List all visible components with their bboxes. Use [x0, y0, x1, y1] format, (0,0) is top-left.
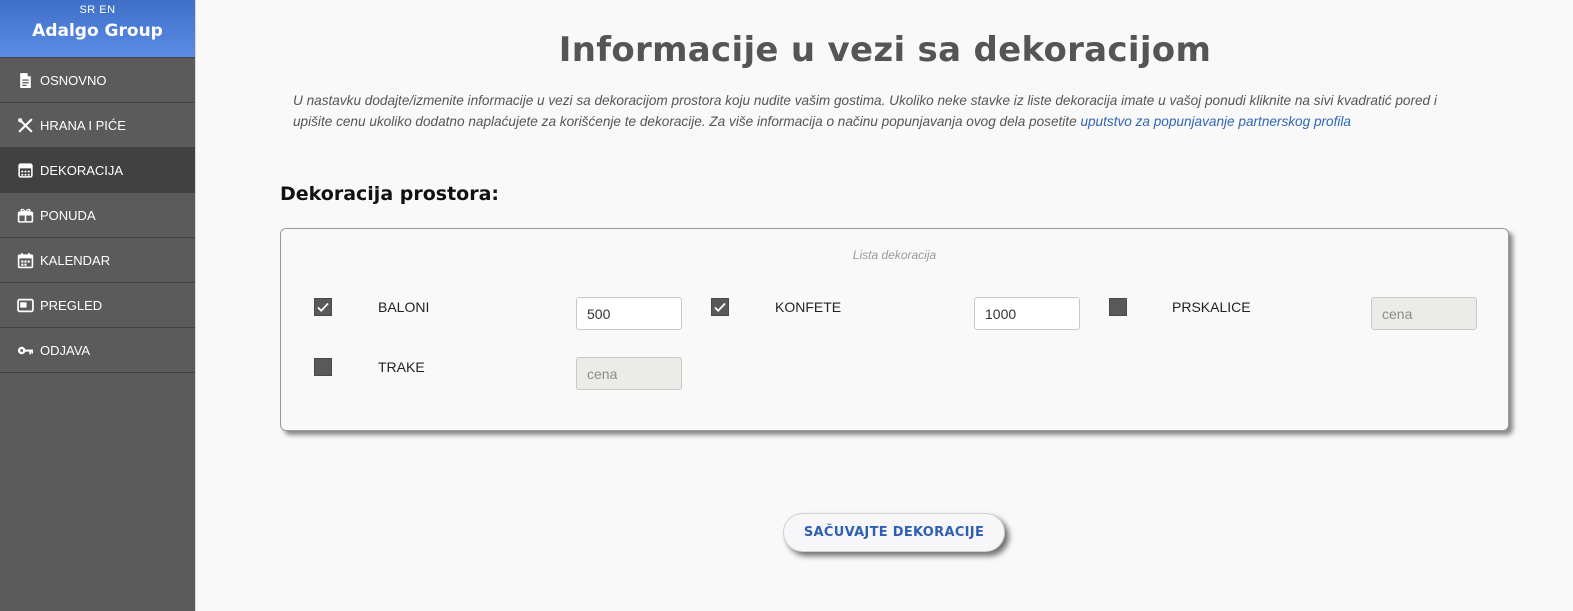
checkmark-icon	[714, 302, 726, 312]
checkbox-konfete[interactable]	[711, 298, 729, 316]
sidebar-item-label: PREGLED	[40, 297, 103, 313]
decoration-label-trake: TRAKE	[378, 359, 425, 375]
decoration-label-baloni: BALONI	[378, 299, 430, 315]
sidebar-item-kalendar[interactable]: KALENDAR	[0, 238, 195, 283]
decoration-label-konfete: KONFETE	[775, 299, 842, 315]
instructions-link[interactable]: uputstvo za popunjavanje partnerskog pro…	[1080, 114, 1351, 129]
decoration-label-prskalice: PRSKALICE	[1172, 299, 1251, 315]
lang-sr-link[interactable]: SR	[79, 4, 95, 16]
document-icon	[16, 71, 34, 89]
brand-header: SR EN Adalgo Group	[0, 0, 195, 58]
utensils-icon	[16, 116, 34, 134]
price-input-prskalice[interactable]	[1371, 297, 1477, 330]
checkbox-baloni[interactable]	[314, 298, 332, 316]
intro-text: U nastavku dodajte/izmenite informacije …	[293, 90, 1473, 132]
key-icon	[16, 341, 34, 359]
list-caption: Lista dekoracija	[852, 248, 937, 262]
sidebar-item-odjava[interactable]: ODJAVA	[0, 328, 195, 373]
section-title: Dekoracija prostora:	[280, 183, 500, 205]
sidebar-item-osnovno[interactable]: OSNOVNO	[0, 58, 195, 103]
save-decorations-button[interactable]: SAČUVAJTE DEKORACIJE	[783, 513, 1005, 552]
sidebar-item-hrana-i-pice[interactable]: HRANA I PIĆE	[0, 103, 195, 148]
checkbox-prskalice[interactable]	[1109, 298, 1127, 316]
decoration-icon	[16, 161, 34, 179]
checkbox-trake[interactable]	[314, 358, 332, 376]
sidebar-item-ponuda[interactable]: PONUDA	[0, 193, 195, 238]
lang-en-link[interactable]: EN	[99, 4, 115, 16]
price-input-baloni[interactable]	[576, 297, 682, 330]
sidebar-item-dekoracija[interactable]: DEKORACIJA	[0, 148, 195, 193]
calendar-icon	[16, 251, 34, 269]
sidebar-item-label: DEKORACIJA	[40, 162, 124, 178]
window-icon	[16, 296, 34, 314]
sidebar-item-label: KALENDAR	[40, 252, 111, 268]
gift-box-icon	[16, 206, 34, 224]
checkmark-icon	[317, 302, 329, 312]
page-title: Informacije u vezi sa dekoracijom	[558, 30, 1212, 70]
decorations-card: Lista dekoracija BALONI KONFETE PRSKALIC…	[280, 228, 1509, 431]
sidebar-item-label: PONUDA	[40, 207, 96, 223]
sidebar: SR EN Adalgo Group OSNOVNO HRANA I PIĆE …	[0, 0, 195, 611]
sidebar-item-label: OSNOVNO	[40, 72, 107, 88]
sidebar-item-label: ODJAVA	[40, 342, 91, 358]
price-input-trake[interactable]	[576, 357, 682, 390]
brand-name: Adalgo Group	[32, 21, 163, 41]
language-switcher: SR EN	[0, 0, 195, 16]
price-input-konfete[interactable]	[974, 297, 1080, 330]
sidebar-item-pregled[interactable]: PREGLED	[0, 283, 195, 328]
main-content: Informacije u vezi sa dekoracijom U nast…	[195, 0, 1573, 611]
sidebar-item-label: HRANA I PIĆE	[40, 117, 126, 133]
